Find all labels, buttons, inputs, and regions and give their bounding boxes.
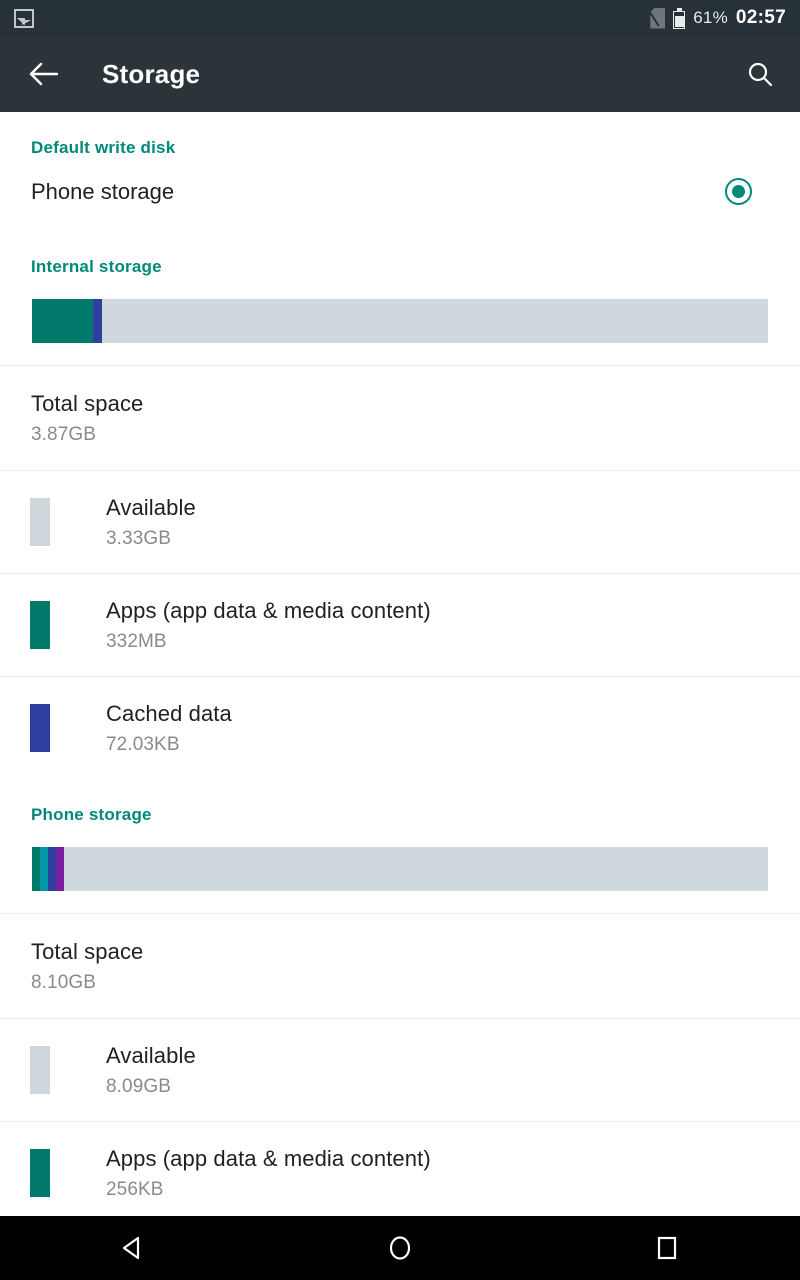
table-row[interactable]: Apps (app data & media content) 332MB xyxy=(0,573,800,676)
table-row[interactable]: Available 8.09GB xyxy=(0,1018,800,1121)
row-value: 256KB xyxy=(106,1178,164,1200)
storage-content: Default write disk Phone storage Interna… xyxy=(0,112,800,1224)
internal-storage-bar-wrap xyxy=(0,277,800,343)
color-swatch xyxy=(30,498,50,546)
internal-storage-bar xyxy=(32,299,768,343)
sim-off-icon xyxy=(646,6,666,29)
bar-segment-available xyxy=(101,299,768,343)
row-value: 8.10GB xyxy=(31,971,97,993)
home-circle-icon[interactable] xyxy=(360,1216,440,1280)
section-phone-storage: Phone storage Total space 8.10GB Availab… xyxy=(0,779,800,1224)
row-title: Apps (app data & media content) xyxy=(106,1146,431,1172)
table-row[interactable]: Apps (app data & media content) 256KB xyxy=(0,1121,800,1224)
color-swatch xyxy=(30,1149,50,1197)
app-bar: Storage xyxy=(0,36,800,112)
row-title: Total space xyxy=(31,391,144,417)
status-bar: 61% 02:57 xyxy=(0,0,800,36)
table-row[interactable]: Cached data 72.03KB xyxy=(0,676,800,779)
navigation-bar xyxy=(0,1216,800,1280)
bar-segment-cached xyxy=(93,299,102,343)
battery-percent-label: 61% xyxy=(693,8,728,27)
back-arrow-icon[interactable] xyxy=(24,55,62,93)
bar-segment-misc xyxy=(56,847,65,891)
section-internal-storage: Internal storage Total space 3.87GB Avai… xyxy=(0,231,800,779)
row-value: 72.03KB xyxy=(106,733,180,755)
phone-storage-bar xyxy=(32,847,768,891)
row-title: Available xyxy=(106,495,196,521)
section-header-phone-storage: Phone storage xyxy=(31,805,152,824)
bar-segment-cached xyxy=(48,847,57,891)
back-triangle-icon[interactable] xyxy=(93,1216,173,1280)
storage-settings-screen: 61% 02:57 Storage Default write disk Pho… xyxy=(0,0,800,1280)
row-title: Available xyxy=(106,1043,196,1069)
bar-segment-apps xyxy=(32,299,94,343)
write-disk-label: Phone storage xyxy=(31,178,175,204)
table-row[interactable]: Total space 8.10GB xyxy=(0,913,800,1018)
bar-segment-available xyxy=(64,847,768,891)
section-header-internal-storage: Internal storage xyxy=(31,257,162,276)
section-header-default-write-disk: Default write disk xyxy=(31,138,176,157)
battery-icon xyxy=(673,7,686,29)
row-title: Apps (app data & media content) xyxy=(106,598,431,624)
phone-storage-bar-wrap xyxy=(0,825,800,891)
bar-segment-media xyxy=(40,847,49,891)
table-row[interactable]: Available 3.33GB xyxy=(0,470,800,573)
write-disk-option-phone-storage[interactable]: Phone storage xyxy=(0,158,800,231)
color-swatch xyxy=(30,1046,50,1094)
status-bar-system-icons: 61% 02:57 xyxy=(646,6,786,29)
row-value: 8.09GB xyxy=(106,1075,172,1097)
table-row[interactable]: Total space 3.87GB xyxy=(0,365,800,470)
color-swatch xyxy=(30,601,50,649)
status-bar-notifications xyxy=(14,8,650,28)
page-title: Storage xyxy=(102,58,201,89)
row-value: 332MB xyxy=(106,630,167,652)
photo-icon xyxy=(14,8,34,28)
clock-label: 02:57 xyxy=(735,7,786,28)
recents-square-icon[interactable] xyxy=(627,1216,707,1280)
radio-dot xyxy=(732,185,745,198)
row-value: 3.87GB xyxy=(31,423,97,445)
bar-segment-apps xyxy=(32,847,41,891)
color-swatch xyxy=(30,704,50,752)
search-icon[interactable] xyxy=(738,52,782,96)
row-value: 3.33GB xyxy=(106,527,172,549)
section-default-write-disk: Default write disk Phone storage xyxy=(0,112,800,231)
row-title: Total space xyxy=(31,939,144,965)
row-title: Cached data xyxy=(106,701,232,727)
radio-button-selected[interactable] xyxy=(725,178,752,205)
